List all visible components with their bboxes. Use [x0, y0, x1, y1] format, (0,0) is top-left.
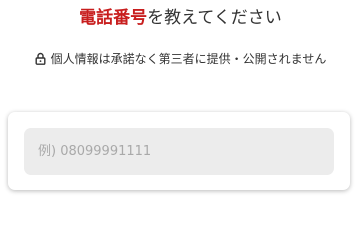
lock-icon — [35, 52, 46, 70]
title-rest: を教えてください — [147, 8, 282, 28]
phone-number-input[interactable] — [24, 128, 334, 175]
privacy-notice: 個人情報は承諾なく第三者に提供・公開されません — [0, 50, 361, 70]
privacy-text: 個人情報は承諾なく第三者に提供・公開されません — [50, 52, 327, 66]
title-highlight: 電話番号 — [79, 8, 148, 28]
phone-card — [8, 112, 350, 190]
page-title: 電話番号を教えてください — [0, 6, 361, 30]
